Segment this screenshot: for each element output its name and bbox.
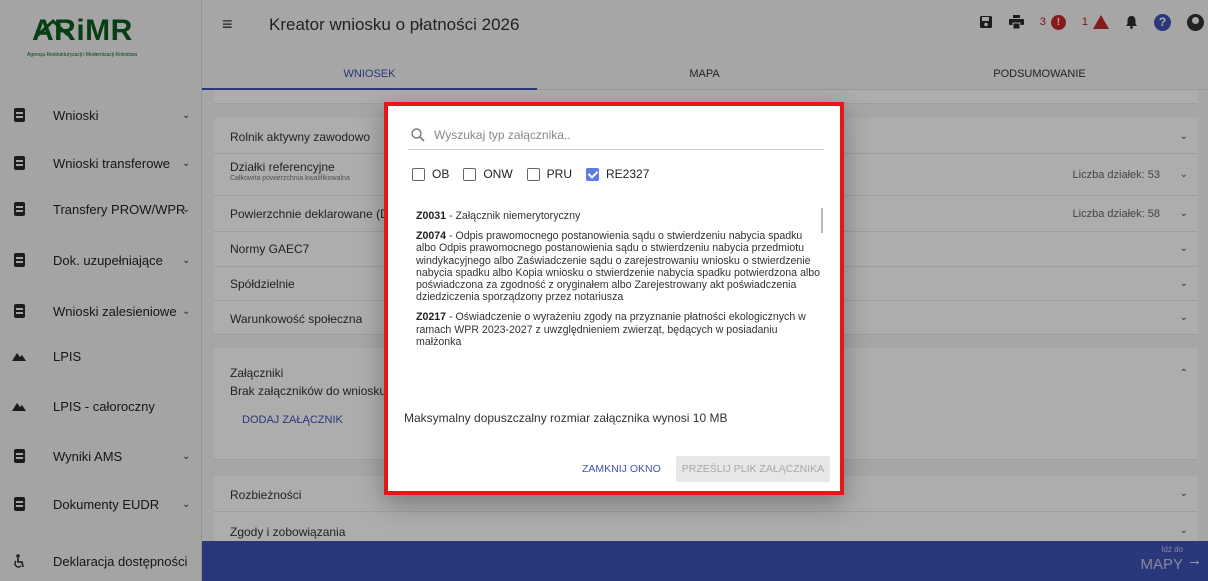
attachment-code: Z0031	[416, 210, 447, 222]
max-size-info: Maksymalny dopuszczalny rozmiar załączni…	[404, 411, 728, 425]
close-dialog-button[interactable]: ZAMKNIJ OKNO	[576, 456, 667, 482]
attachment-description: - Odpis prawomocnego postanowienia sądu …	[416, 230, 820, 304]
attachment-description: - Załącznik niemerytoryczny	[446, 210, 581, 222]
filter-pru[interactable]: PRU	[526, 167, 573, 181]
attachment-description: - Oświadczenie o wyrażeniu zgody na przy…	[416, 311, 806, 348]
filter-label: OB	[432, 167, 450, 181]
list-item[interactable]: Z0217 - Oświadczenie o wyrażeniu zgody n…	[416, 311, 820, 348]
filter-label: PRU	[546, 167, 573, 181]
filter-onw[interactable]: ONW	[463, 167, 513, 181]
upload-attachment-button[interactable]: PRZEŚLIJ PLIK ZAŁĄCZNIKA	[676, 456, 830, 482]
filter-label: RE2327	[606, 167, 650, 181]
checkbox[interactable]	[526, 167, 540, 181]
filter-re2327[interactable]: RE2327	[586, 167, 649, 181]
filter-label: ONW	[483, 167, 513, 181]
search-input[interactable]	[434, 124, 814, 146]
checkbox[interactable]	[412, 167, 425, 181]
search-icon	[411, 128, 425, 142]
search-field	[408, 122, 824, 150]
list-item[interactable]: Z0074 - Odpis prawomocnego postanowienia…	[416, 230, 820, 303]
scrollbar-thumb[interactable]	[821, 208, 823, 233]
filter-checkboxes: OB ONW PRU RE2327	[412, 164, 663, 184]
filter-ob[interactable]: OB	[412, 167, 449, 181]
attachment-type-list: Z0031 - Załącznik niemerytoryczny Z0074 …	[416, 210, 820, 396]
checkbox[interactable]	[463, 167, 477, 181]
list-item[interactable]: Z0031 - Załącznik niemerytoryczny	[416, 210, 820, 222]
attachment-type-dialog: OB ONW PRU RE2327 Z0031 - Załącznik niem…	[384, 102, 844, 495]
checkbox-checked[interactable]	[586, 167, 600, 181]
attachment-code: Z0217	[416, 311, 447, 324]
attachment-code: Z0074	[416, 230, 447, 243]
